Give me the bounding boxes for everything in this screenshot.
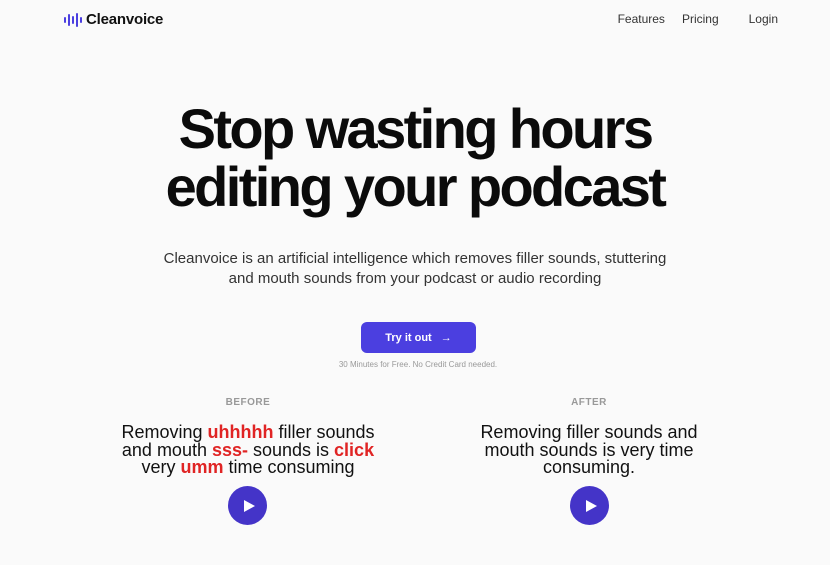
hero-title: Stop wasting hours editing your podcast <box>0 100 830 216</box>
brand-name: Cleanvoice <box>86 11 164 28</box>
play-icon <box>585 499 597 512</box>
after-text-line: consuming. <box>542 457 636 477</box>
before-text-part: time consuming <box>223 457 355 477</box>
before-sample-text: Removing uhhhhh filler sounds and mouth … <box>88 423 408 477</box>
after-label: AFTER <box>571 397 607 408</box>
play-icon <box>243 499 255 512</box>
top-nav: Cleanvoice Features Pricing Login <box>0 0 830 40</box>
after-sample-text: Removing filler sounds and mouth sounds … <box>449 423 729 477</box>
hero-title-line-1: Stop wasting hours <box>178 97 654 160</box>
hero-title-line-2: editing your podcast <box>165 155 667 218</box>
nav-links: Features Pricing Login <box>618 12 778 26</box>
arrow-right-icon: → <box>440 331 452 344</box>
try-it-out-label: Try it out <box>385 331 432 344</box>
before-text-part: very <box>141 457 181 477</box>
after-play-button[interactable] <box>570 486 609 525</box>
hero-subtitle-line-1: Cleanvoice is an artificial intelligence… <box>163 250 667 267</box>
nav-pricing-link[interactable]: Pricing <box>682 12 719 26</box>
nav-features-link[interactable]: Features <box>618 12 665 26</box>
filler-word-highlight: umm <box>180 457 224 477</box>
hero-subtitle: Cleanvoice is an artificial intelligence… <box>0 249 830 289</box>
brand-logo[interactable]: Cleanvoice <box>64 11 163 28</box>
cta-note: 30 Minutes for Free. No Credit Card need… <box>338 360 498 369</box>
nav-login-link[interactable]: Login <box>749 12 778 26</box>
try-it-out-button[interactable]: Try it out → <box>361 322 476 353</box>
before-play-button[interactable] <box>228 486 267 525</box>
soundwave-icon <box>64 12 82 27</box>
before-label: BEFORE <box>225 397 271 408</box>
hero-subtitle-line-2: and mouth sounds from your podcast or au… <box>228 270 602 287</box>
